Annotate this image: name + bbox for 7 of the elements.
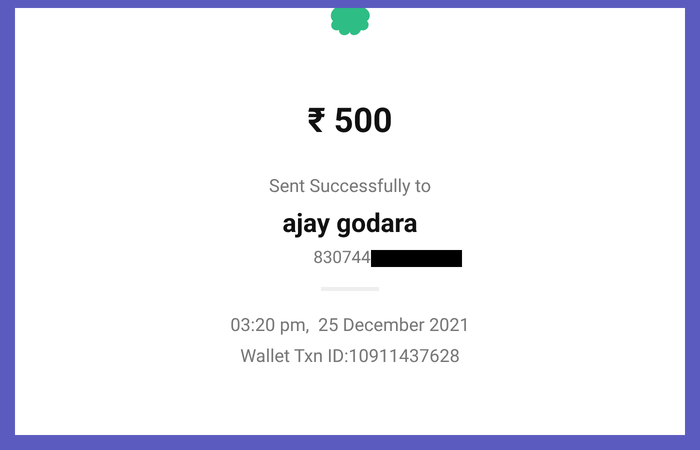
date-time: 03:20 pm, 25 December 2021 xyxy=(230,317,470,335)
success-badge-icon xyxy=(329,8,371,36)
transaction-id: Wallet Txn ID:10911437628 xyxy=(240,348,460,366)
phone-number: 830744 xyxy=(313,250,371,267)
amount: ₹ 500 xyxy=(308,104,392,138)
recipient-name: ajay godara xyxy=(282,211,418,237)
status-text: Sent Successfully to xyxy=(269,178,431,196)
